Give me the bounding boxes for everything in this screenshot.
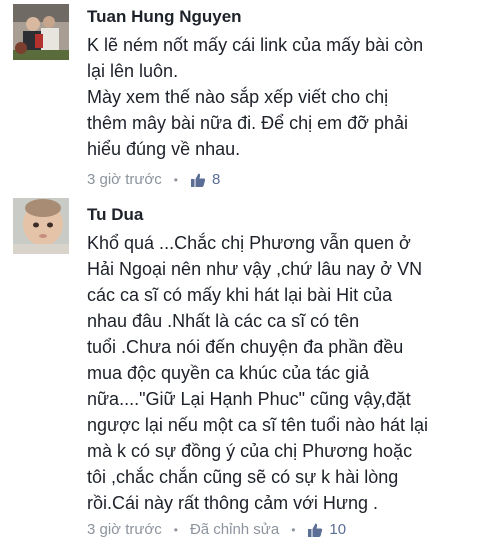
edited-label[interactable]: Đã chỉnh sửa	[190, 520, 279, 540]
separator-dot: •	[173, 523, 178, 537]
avatar[interactable]	[13, 4, 69, 60]
comment-timestamp[interactable]: 3 giờ trước	[87, 520, 162, 540]
comment-author[interactable]: Tu Dua	[87, 204, 469, 226]
separator-dot: •	[173, 173, 178, 187]
comment-author[interactable]: Tuan Hung Nguyen	[87, 6, 469, 28]
comment-1: Tuan Hung Nguyen K lẽ ném nốt mấy cái li…	[0, 0, 477, 190]
avatar-photo-icon	[13, 198, 69, 254]
separator-dot: •	[291, 523, 296, 537]
like-button[interactable]: 8	[190, 170, 220, 190]
like-count: 10	[329, 521, 347, 538]
comment-timestamp[interactable]: 3 giờ trước	[87, 170, 162, 190]
comment-text: K lẽ ném nốt mấy cái link của mấy bài cò…	[87, 35, 424, 159]
avatar[interactable]	[13, 198, 69, 254]
like-button[interactable]: 10	[307, 520, 346, 540]
comment-text: Khổ quá ...Chắc chị Phương vẫn quen ở Hả…	[87, 233, 429, 513]
thumbs-up-icon	[308, 523, 323, 537]
avatar-photo-icon	[13, 4, 69, 60]
like-count: 8	[211, 171, 221, 188]
comment-2: Tu Dua Khổ quá ...Chắc chị Phương vẫn qu…	[0, 190, 477, 538]
thumbs-up-icon	[190, 173, 206, 187]
